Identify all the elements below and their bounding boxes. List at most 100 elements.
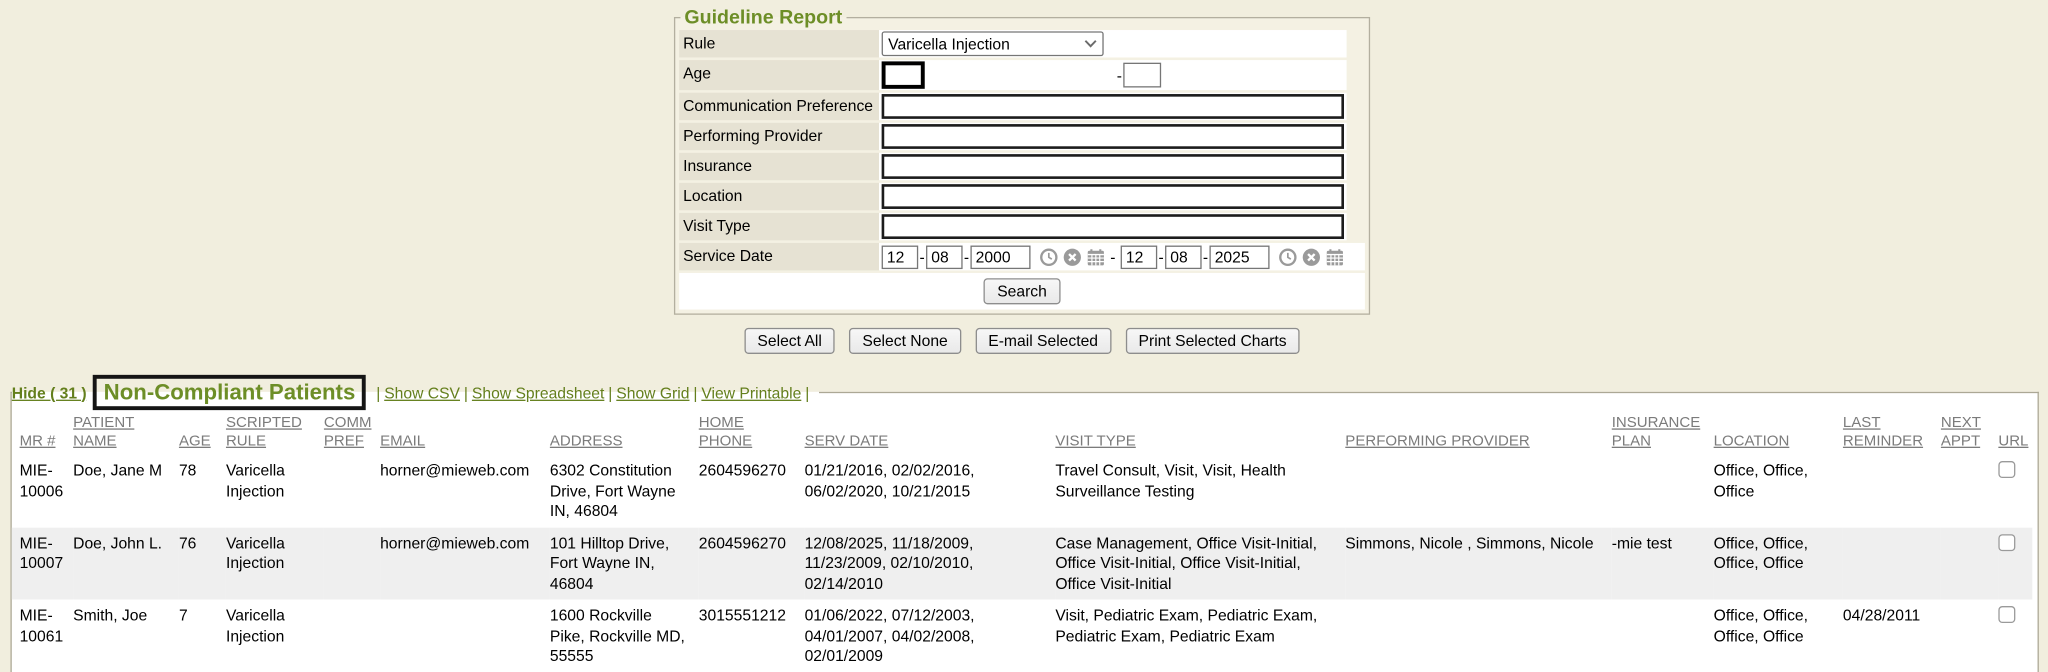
section-title: Non-Compliant Patients: [104, 380, 356, 405]
cell-scripted-rule: Varicella Injection: [226, 600, 324, 672]
cell-scripted-rule: Varicella Injection: [226, 455, 324, 527]
age-from-input[interactable]: [882, 61, 925, 88]
cell-address: 6302 Constitution Drive, Fort Wayne IN, …: [550, 455, 699, 527]
search-button[interactable]: Search: [984, 278, 1060, 304]
column-header-home-phone[interactable]: HOMEPHONE: [699, 411, 805, 454]
table-toolbar-links: |Show CSV|Show Spreadsheet|Show Grid|Vie…: [372, 383, 813, 401]
select-patient-checkbox[interactable]: [1998, 606, 2015, 623]
cell-performing-provider: [1345, 455, 1611, 527]
calendar-icon[interactable]: [1326, 248, 1344, 266]
column-header-last-reminder[interactable]: LASTREMINDER: [1843, 411, 1941, 454]
column-header-performing-provider[interactable]: PERFORMING PROVIDER: [1345, 411, 1611, 454]
toolbar-link-show-grid[interactable]: Show Grid: [616, 383, 689, 401]
age-label: Age: [679, 60, 879, 90]
communication-preference-row: Communication Preference: [679, 93, 1346, 120]
column-header-age[interactable]: AGE: [179, 411, 226, 454]
column-header-line: APPT: [1941, 432, 1980, 450]
column-header-mr[interactable]: MR #: [12, 411, 73, 454]
email-selected-button[interactable]: E-mail Selected: [975, 328, 1111, 354]
column-header-serv-date[interactable]: SERV DATE: [805, 411, 1056, 454]
clear-icon[interactable]: [1302, 248, 1320, 266]
visit-type-cell: [879, 213, 1347, 240]
toolbar-link-show-spreadsheet[interactable]: Show Spreadsheet: [472, 383, 604, 401]
service-date-to-month-input[interactable]: [1121, 245, 1158, 269]
service-date-to-year-input[interactable]: [1209, 245, 1269, 269]
column-header-url[interactable]: URL: [1998, 411, 2032, 454]
service-date-range-separator: -: [1105, 248, 1121, 266]
cell-visit-type: Visit, Pediatric Exam, Pediatric Exam, P…: [1055, 600, 1345, 672]
column-header-line: PHONE: [699, 432, 752, 450]
insurance-cell: [879, 153, 1347, 180]
column-header-location[interactable]: LOCATION: [1714, 411, 1843, 454]
toolbar-separator: |: [604, 383, 616, 401]
print-selected-charts-button[interactable]: Print Selected Charts: [1125, 328, 1299, 354]
patients-table: MR #PATIENTNAMEAGESCRIPTEDRULECOMMPREFEM…: [12, 411, 2033, 672]
column-header-line: PLAN: [1612, 432, 1651, 450]
insurance-row: Insurance: [679, 153, 1346, 180]
cell-email: horner@mieweb.com: [380, 527, 550, 599]
patient-row: MIE-10007Doe, John L.76Varicella Injecti…: [12, 527, 2033, 599]
cell-mr: MIE-10006: [12, 455, 73, 527]
select-all-button[interactable]: Select All: [744, 328, 835, 354]
age-to-input[interactable]: [1123, 63, 1161, 88]
performing-provider-row: Performing Provider: [679, 123, 1346, 150]
column-header-patient-name[interactable]: PATIENTNAME: [73, 411, 179, 454]
toolbar-link-view-printable[interactable]: View Printable: [701, 383, 801, 401]
cell-insurance-plan: [1612, 600, 1714, 672]
age-value-cell: -: [879, 60, 1347, 90]
clear-icon[interactable]: [1063, 248, 1081, 266]
cell-age: 76: [179, 527, 226, 599]
calendar-icon[interactable]: [1087, 248, 1105, 266]
cell-location: Office, Office, Office, Office: [1714, 600, 1843, 672]
service-date-label: Service Date: [679, 243, 879, 270]
performing-provider-input[interactable]: [882, 124, 1344, 149]
toolbar-separator: |: [689, 383, 701, 401]
service-date-to-day-input[interactable]: [1165, 245, 1202, 269]
cell-performing-provider: Simmons, Nicole , Simmons, Nicole: [1345, 527, 1611, 599]
cell-url: [1998, 455, 2032, 527]
select-none-button[interactable]: Select None: [849, 328, 961, 354]
service-date-from-month-input[interactable]: [882, 245, 919, 269]
column-header-comm-pref[interactable]: COMMPREF: [324, 411, 380, 454]
rule-row: Rule Varicella Injection: [679, 30, 1346, 57]
toolbar-separator: |: [372, 383, 384, 401]
column-header-next-appt[interactable]: NEXTAPPT: [1941, 411, 1998, 454]
select-patient-checkbox[interactable]: [1998, 534, 2015, 551]
toolbar-link-show-csv[interactable]: Show CSV: [384, 383, 460, 401]
column-header-line: NAME: [73, 432, 116, 450]
column-header-visit-type[interactable]: VISIT TYPE: [1055, 411, 1345, 454]
cell-age: 7: [179, 600, 226, 672]
select-patient-checkbox[interactable]: [1998, 461, 2015, 478]
non-compliant-patients-section: Hide ( 31 ) Non-Compliant Patients |Show…: [10, 375, 2038, 672]
performing-provider-label: Performing Provider: [679, 123, 879, 150]
column-header-insurance-plan[interactable]: INSURANCEPLAN: [1612, 411, 1714, 454]
location-input[interactable]: [882, 184, 1344, 209]
insurance-input[interactable]: [882, 154, 1344, 179]
visit-type-input[interactable]: [882, 214, 1344, 239]
column-header-email[interactable]: EMAIL: [380, 411, 550, 454]
clock-icon[interactable]: [1040, 248, 1058, 266]
clock-icon[interactable]: [1279, 248, 1297, 266]
hide-link[interactable]: Hide ( 31 ): [12, 383, 87, 401]
guideline-report-legend: Guideline Report: [680, 7, 846, 29]
rule-select[interactable]: Varicella Injection: [882, 31, 1104, 56]
date-separator: -: [1202, 248, 1210, 266]
page: Guideline Report Rule Varicella Injectio…: [0, 0, 2048, 669]
column-header-address[interactable]: ADDRESS: [550, 411, 699, 454]
age-row: Age -: [679, 60, 1346, 90]
service-date-cell: - - - - -: [879, 243, 1365, 270]
cell-mr: MIE-10061: [12, 600, 73, 672]
cell-url: [1998, 600, 2032, 672]
column-header-line: REMINDER: [1843, 432, 1923, 450]
rule-select-value: Varicella Injection: [888, 35, 1010, 53]
cell-home-phone: 2604596270: [699, 455, 805, 527]
column-header-line: SERV DATE: [805, 432, 889, 450]
visit-type-row: Visit Type: [679, 213, 1346, 240]
service-date-from-year-input[interactable]: [970, 245, 1030, 269]
communication-preference-input[interactable]: [882, 94, 1344, 119]
non-compliant-patients-legend: Hide ( 31 ) Non-Compliant Patients |Show…: [12, 375, 819, 410]
column-header-scripted-rule[interactable]: SCRIPTEDRULE: [226, 411, 324, 454]
cell-mr: MIE-10007: [12, 527, 73, 599]
service-date-from-day-input[interactable]: [926, 245, 963, 269]
cell-email: [380, 600, 550, 672]
